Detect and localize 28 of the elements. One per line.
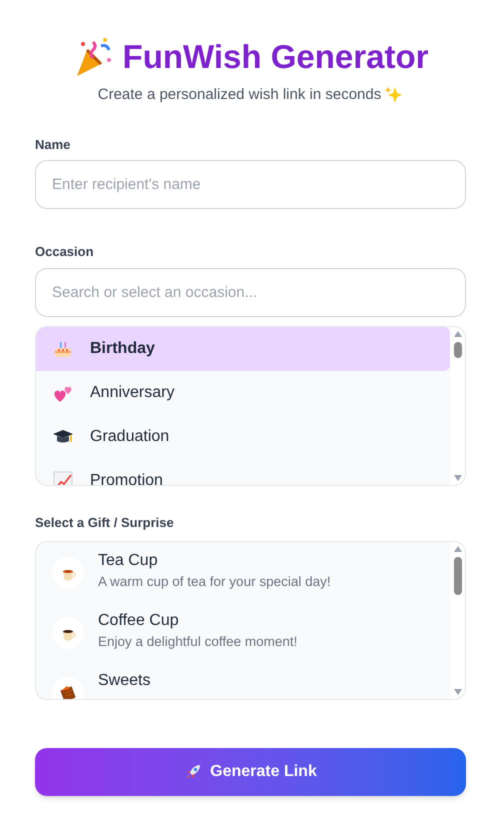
rocket-icon bbox=[184, 763, 202, 781]
name-input[interactable]: Enter recipient's name bbox=[35, 160, 466, 209]
scrollbar-thumb[interactable] bbox=[454, 342, 462, 358]
scrollbar-thumb[interactable] bbox=[454, 557, 462, 595]
field-label: Select a Gift / Surprise bbox=[35, 514, 175, 532]
occasion-option[interactable]: Birthday bbox=[36, 326, 450, 370]
field-label: Occasion bbox=[35, 243, 95, 261]
gift-title[interactable]: Tea Cup bbox=[98, 550, 331, 572]
occasion-option[interactable]: Graduation bbox=[36, 414, 450, 458]
app-title: FunWish Generator bbox=[122, 37, 428, 78]
gift-title[interactable]: Coffee Cup bbox=[98, 610, 298, 632]
gift-description: Enjoy a delightful coffee moment! bbox=[98, 633, 298, 651]
scroll-down-arrow-icon[interactable] bbox=[454, 689, 462, 695]
occasion-search-input[interactable]: Search or select an occasion... bbox=[35, 268, 466, 316]
sparkles-icon bbox=[385, 86, 404, 104]
subtitle: Create a personalized wish link in seconds bbox=[98, 85, 382, 105]
scroll-down-arrow-icon[interactable] bbox=[454, 474, 462, 480]
gift-title[interactable]: Sweets bbox=[98, 670, 150, 692]
field-label: Name bbox=[35, 136, 72, 154]
scroll-up-arrow-icon[interactable] bbox=[454, 546, 462, 552]
occasion-option[interactable]: Promotion bbox=[36, 458, 450, 484]
scroll-up-arrow-icon[interactable] bbox=[454, 330, 462, 336]
generate-link-button[interactable]: Generate Link bbox=[35, 748, 466, 796]
gift-description: A warm cup of tea for your special day! bbox=[98, 573, 331, 591]
scrollbar[interactable] bbox=[450, 326, 465, 484]
chocolate-icon bbox=[58, 683, 78, 699]
occasion-option[interactable]: Anniversary bbox=[36, 370, 450, 414]
scrollbar[interactable] bbox=[450, 542, 465, 699]
